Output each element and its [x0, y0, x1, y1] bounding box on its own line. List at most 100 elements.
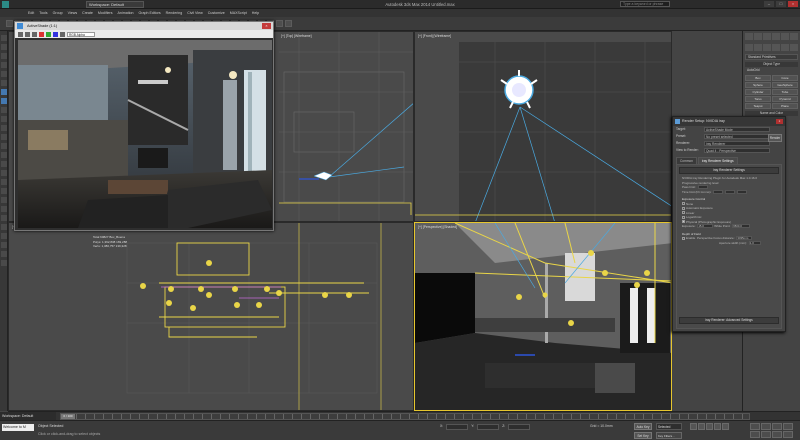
go-to-end-icon[interactable]: [722, 423, 729, 430]
green-channel-toggle[interactable]: [46, 31, 51, 37]
red-channel-toggle[interactable]: [39, 31, 44, 37]
renderer-dropdown[interactable]: iray Renderer: [704, 141, 770, 146]
ribbon-tool-icon[interactable]: [1, 89, 7, 95]
render-setup-dialog[interactable]: Render Setup: NVIDIA iray × Target: Acti…: [672, 116, 786, 332]
key-filters-button[interactable]: Key Filters...: [656, 432, 682, 439]
tab-iray-settings[interactable]: iray Renderer Settings: [697, 157, 738, 164]
viewport-perspective[interactable]: [+] [Perspective] [Shaded]: [414, 222, 672, 411]
create-tab-icon[interactable]: [745, 33, 753, 40]
ribbon-tool-icon[interactable]: [1, 44, 7, 50]
zoom-icon[interactable]: [750, 423, 760, 430]
track-bar[interactable]: [76, 414, 746, 419]
ribbon-tool-icon[interactable]: [1, 125, 7, 131]
ribbon-tool-icon[interactable]: [1, 170, 7, 176]
menu-item-maxscript[interactable]: MAXScript: [230, 9, 247, 17]
play-icon[interactable]: [706, 423, 713, 430]
ribbon-tool-icon[interactable]: [1, 206, 7, 212]
maximize-viewport-icon[interactable]: [783, 431, 793, 438]
view-to-render-dropdown[interactable]: Quad 4 - Perspective: [704, 148, 770, 153]
z-coordinate-field[interactable]: [508, 424, 531, 430]
dof-enable-checkbox[interactable]: [682, 236, 685, 240]
time-seconds-spinner[interactable]: [736, 189, 747, 194]
primitive-type-dropdown[interactable]: Standard Primitives: [745, 54, 798, 60]
next-frame-icon[interactable]: [714, 423, 721, 430]
ribbon-tool-icon[interactable]: [1, 80, 7, 86]
helpers-icon[interactable]: [781, 44, 789, 51]
iray-settings-rollout[interactable]: iray Renderer Settings: [679, 167, 779, 174]
selected-dropdown[interactable]: Selected: [656, 423, 682, 430]
torus-button[interactable]: Torus: [745, 96, 771, 102]
menu-item-tools[interactable]: Tools: [39, 9, 47, 17]
exposure-value-spinner[interactable]: 15.0: [697, 224, 714, 229]
frame-buffer-titlebar[interactable]: ActiveShade (1:1) ×: [15, 22, 273, 30]
shapes-icon[interactable]: [754, 44, 762, 51]
advanced-settings-rollout[interactable]: iray Renderer: Advanced Settings: [679, 317, 779, 324]
previous-frame-icon[interactable]: [698, 423, 705, 430]
zoom-extents-icon[interactable]: [772, 423, 782, 430]
ribbon-tool-icon[interactable]: [1, 224, 7, 230]
menu-item-group[interactable]: Group: [53, 9, 63, 17]
rendered-frame-icon[interactable]: [276, 20, 283, 27]
hierarchy-tab-icon[interactable]: [763, 33, 771, 40]
render-setup-titlebar[interactable]: Render Setup: NVIDIA iray ×: [673, 117, 785, 126]
menu-item-views[interactable]: Views: [68, 9, 78, 17]
cylinder-button[interactable]: Cylinder: [745, 89, 771, 95]
viewport-label[interactable]: [+] [Perspective] [Shaded]: [418, 225, 457, 229]
plane-button[interactable]: Plane: [772, 103, 798, 109]
set-key-button[interactable]: Set Key: [634, 432, 652, 439]
save-icon[interactable]: [18, 31, 23, 37]
menu-item-rendering[interactable]: Rendering: [166, 9, 183, 17]
menu-item-help[interactable]: Help: [252, 9, 259, 17]
display-tab-icon[interactable]: [781, 33, 789, 40]
teapot-button[interactable]: Teapot: [745, 103, 771, 109]
ribbon-tool-icon[interactable]: [1, 98, 7, 104]
utilities-tab-icon[interactable]: [790, 33, 798, 40]
menu-item-graph-editors[interactable]: Graph Editors: [139, 9, 161, 17]
time-slider-thumb[interactable]: 0 / 100: [61, 414, 75, 419]
clone-icon[interactable]: [32, 31, 37, 37]
ribbon-tool-icon[interactable]: [1, 188, 7, 194]
tab-common[interactable]: Common: [676, 157, 697, 164]
ribbon-tool-icon[interactable]: [1, 62, 7, 68]
preset-dropdown[interactable]: No preset selected: [704, 134, 770, 139]
cameras-icon[interactable]: [772, 44, 780, 51]
menu-item-modifiers[interactable]: Modifiers: [98, 9, 113, 17]
pan-icon[interactable]: [761, 431, 771, 438]
object-type-rollout[interactable]: Object Type: [745, 62, 798, 67]
box-button[interactable]: Box: [745, 75, 771, 81]
spacewarps-icon[interactable]: [790, 44, 798, 51]
ribbon-tool-icon[interactable]: [1, 197, 7, 203]
target-dropdown[interactable]: ActiveShade Mode: [704, 127, 770, 132]
geosphere-button[interactable]: GeoSphere: [772, 82, 798, 88]
viewport-label[interactable]: [+] [Top] [Wireframe]: [281, 34, 312, 38]
close-button[interactable]: ×: [788, 1, 798, 7]
viewport-front[interactable]: [+] [Front] [Wireframe]: [414, 31, 672, 222]
close-icon[interactable]: ×: [776, 119, 783, 124]
search-input[interactable]: Type a keyword or phrase: [620, 1, 670, 7]
cone-button[interactable]: Cone: [772, 75, 798, 81]
ribbon-tool-icon[interactable]: [1, 251, 7, 257]
modify-tab-icon[interactable]: [754, 33, 762, 40]
go-to-start-icon[interactable]: [690, 423, 697, 430]
alpha-channel-toggle[interactable]: [60, 31, 65, 37]
ribbon-tool-icon[interactable]: [1, 53, 7, 59]
ribbon-tool-icon[interactable]: [1, 215, 7, 221]
ribbon-tool-icon[interactable]: [1, 152, 7, 158]
application-icon[interactable]: [2, 1, 9, 8]
tube-button[interactable]: Tube: [772, 89, 798, 95]
zoom-extents-all-icon[interactable]: [783, 423, 793, 430]
render-icon[interactable]: [285, 20, 292, 27]
menu-item-create[interactable]: Create: [82, 9, 93, 17]
autogrid-checkbox[interactable]: AutoGrid: [745, 68, 798, 74]
sphere-button[interactable]: Sphere: [745, 82, 771, 88]
orbit-icon[interactable]: [772, 431, 782, 438]
maxscript-listener[interactable]: Welcome to M: [2, 424, 34, 431]
exposure-none-radio[interactable]: [682, 202, 685, 206]
viewport-left[interactable]: [+] [Left] [Wireframe] Total 60827 Box_B…: [8, 222, 414, 411]
exposure-physical-radio[interactable]: [682, 220, 685, 224]
undo-icon[interactable]: [6, 20, 13, 27]
pyramid-button[interactable]: Pyramid: [772, 96, 798, 102]
ribbon-tool-icon[interactable]: [1, 71, 7, 77]
zoom-all-icon[interactable]: [761, 423, 771, 430]
exposure-auto-radio[interactable]: [682, 206, 685, 210]
